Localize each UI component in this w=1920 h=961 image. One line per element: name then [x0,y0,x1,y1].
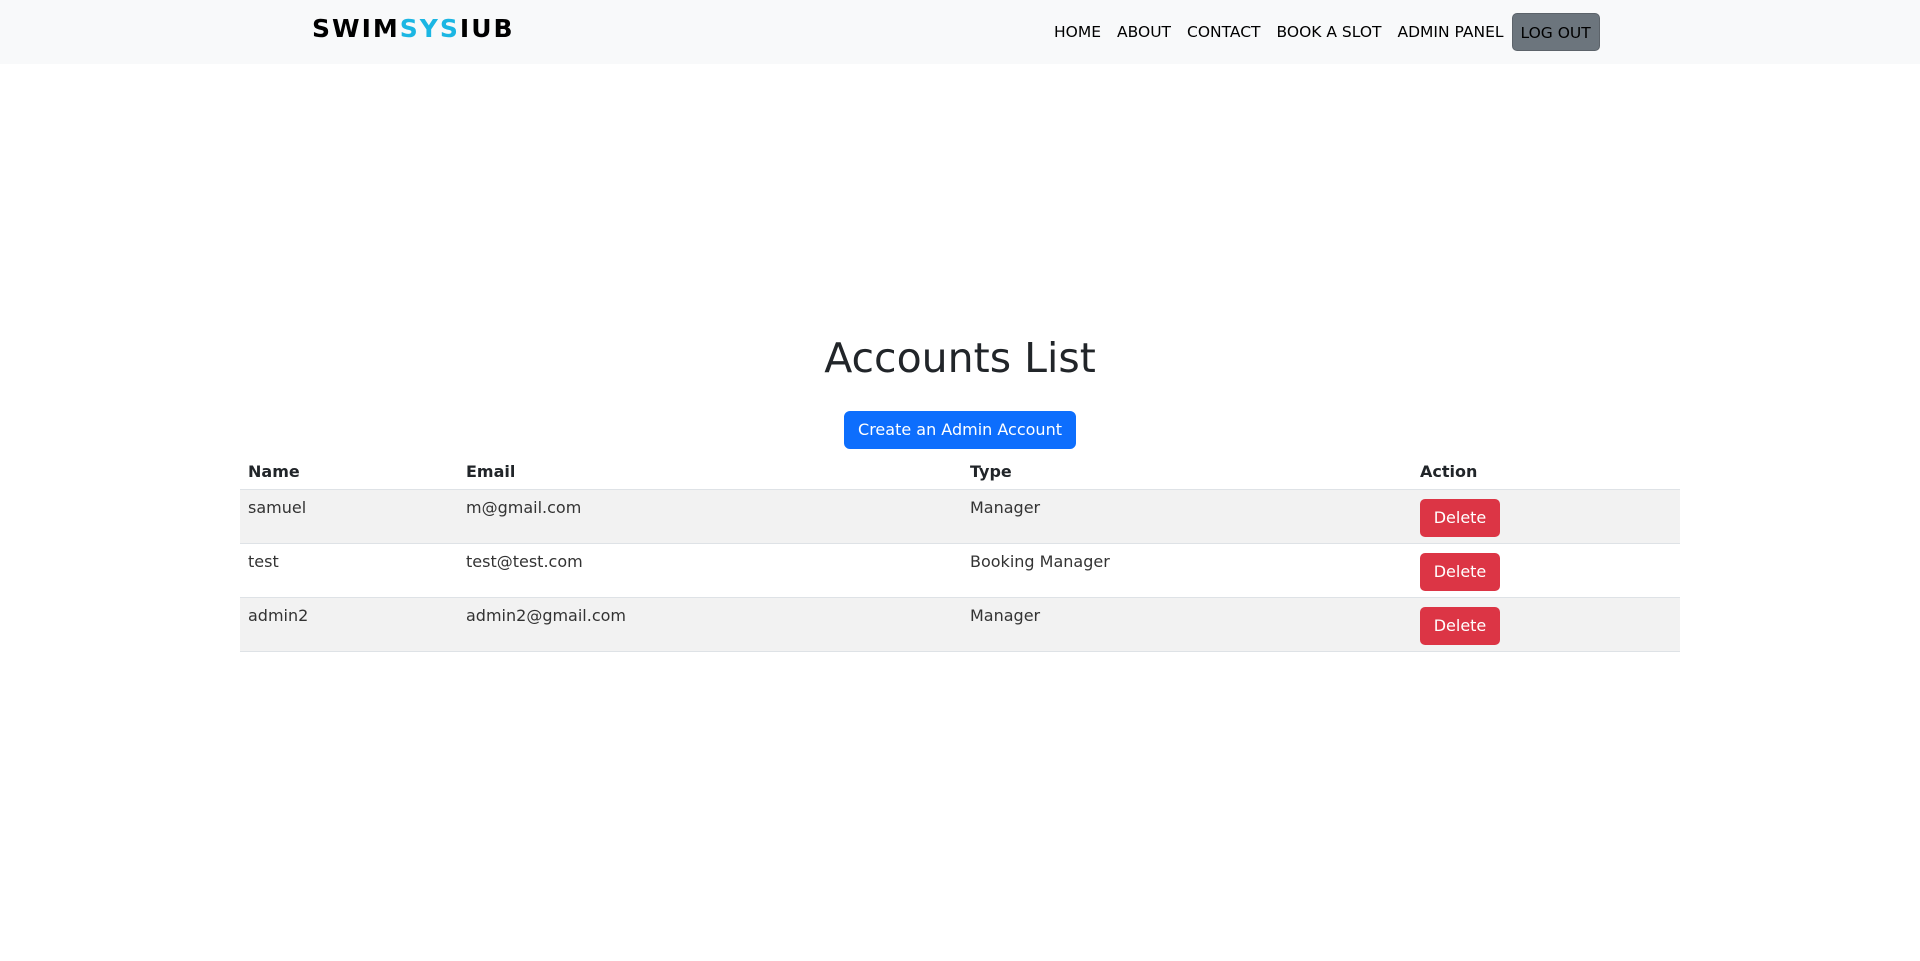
create-admin-account-button[interactable]: Create an Admin Account [844,411,1076,449]
delete-button[interactable]: Delete [1420,499,1500,537]
table-row: samuel m@gmail.com Manager Delete [240,489,1680,544]
accounts-table: Name Email Type Action samuel m@gmail.co… [240,453,1680,652]
cell-name: test [240,543,458,598]
cell-type: Manager [962,489,1412,544]
cell-name: samuel [240,489,458,544]
cell-email: admin2@gmail.com [458,597,962,652]
column-header-name: Name [240,453,458,490]
column-header-type: Type [962,453,1412,490]
cell-name: admin2 [240,597,458,652]
cell-email: m@gmail.com [458,489,962,544]
cell-email: test@test.com [458,543,962,598]
brand-part-sys: SYS [399,14,460,43]
nav-link-about[interactable]: ABOUT [1109,23,1179,41]
cell-type: Booking Manager [962,543,1412,598]
page-title: Accounts List [824,334,1096,382]
nav-link-book-a-slot[interactable]: BOOK A SLOT [1269,23,1390,41]
brand-part-swim: SWIM [312,14,400,43]
logout-button[interactable]: LOG OUT [1511,13,1600,51]
delete-button[interactable]: Delete [1420,607,1500,645]
column-header-action: Action [1412,453,1680,490]
brand-logo[interactable]: SWIMSYSIUB [312,14,515,43]
column-header-email: Email [458,453,962,490]
cell-action: Delete [1412,597,1680,652]
cell-action: Delete [1412,543,1680,598]
nav-link-home[interactable]: HOME [1046,23,1109,41]
nav-link-admin-panel[interactable]: ADMIN PANEL [1390,23,1512,41]
delete-button[interactable]: Delete [1420,553,1500,591]
table-row: test test@test.com Booking Manager Delet… [240,543,1680,598]
cell-type: Manager [962,597,1412,652]
brand-part-iub: IUB [459,14,515,43]
nav-menu: HOME ABOUT CONTACT BOOK A SLOT ADMIN PAN… [1046,12,1600,52]
nav-link-contact[interactable]: CONTACT [1179,23,1269,41]
cell-action: Delete [1412,489,1680,544]
table-row: admin2 admin2@gmail.com Manager Delete [240,597,1680,652]
navbar: SWIMSYSIUB HOME ABOUT CONTACT BOOK A SLO… [0,0,1920,64]
table-header-row: Name Email Type Action [240,453,1680,490]
